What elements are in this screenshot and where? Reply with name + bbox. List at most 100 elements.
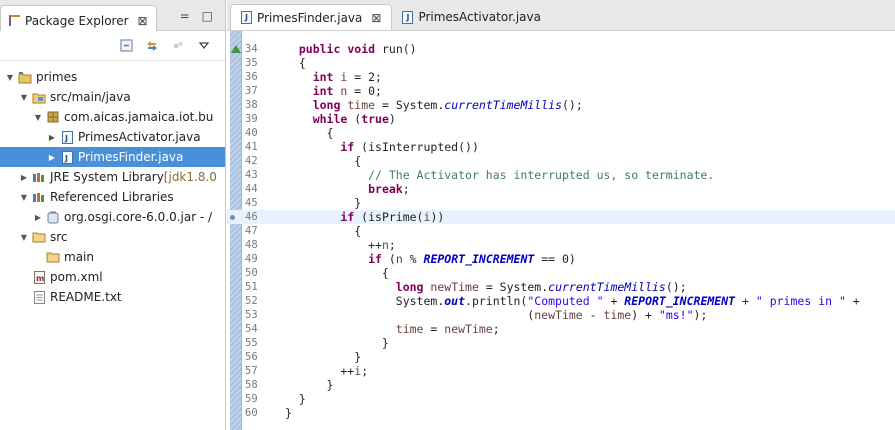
code-line[interactable]: 54 time = newTime; [227, 322, 895, 336]
code-line[interactable]: 56 } [227, 350, 895, 364]
expanded-arrow-icon[interactable]: ▼ [18, 193, 30, 202]
code-line[interactable]: 36 int i = 2; [227, 70, 895, 84]
code-line[interactable]: 49 if (n % REPORT_INCREMENT == 0) [227, 252, 895, 266]
tree-item-label: src [50, 230, 68, 244]
java-file-icon: J [60, 150, 74, 164]
text-file-icon [32, 290, 46, 304]
code-text: { [285, 126, 334, 140]
line-number: 41 [245, 141, 258, 153]
line-number: 39 [245, 113, 258, 125]
code-text: // The Activator has interrupted us, so … [368, 168, 715, 182]
code-text: { [285, 266, 389, 280]
line-number: 54 [245, 323, 258, 335]
code-line[interactable]: 46 if (isPrime(i)) [227, 210, 895, 224]
editor-tab-bar: J PrimesFinder.java ⊠ J PrimesActivator.… [227, 0, 895, 31]
view-window-controls: = □ [180, 9, 213, 23]
tree-item-label: README.txt [50, 290, 122, 304]
line-number: 37 [245, 85, 258, 97]
expanded-arrow-icon[interactable]: ▼ [18, 233, 30, 242]
tree-item-primes[interactable]: ▼ primes [0, 67, 225, 87]
tree-item-label: primes [36, 70, 78, 84]
tree-item-label: PrimesFinder.java [78, 150, 184, 164]
code-line[interactable]: 42 { [227, 154, 895, 168]
close-icon[interactable]: ⊠ [138, 14, 148, 28]
code-text: if (isInterrupted()) [340, 140, 479, 154]
java-editor: J PrimesFinder.java ⊠ J PrimesActivator.… [227, 0, 895, 430]
tab-label: PrimesActivator.java [418, 10, 541, 24]
code-line[interactable]: 35 { [227, 56, 895, 70]
code-line[interactable]: 37 int n = 0; [227, 84, 895, 98]
code-text: time = newTime; [395, 322, 500, 336]
tree-item-main[interactable]: main [0, 247, 225, 267]
code-line[interactable]: 55 } [227, 336, 895, 350]
code-text: { [285, 154, 362, 168]
code-line[interactable]: 53 (newTime - time) + "ms!"); [227, 308, 895, 322]
line-number: 50 [245, 267, 258, 279]
tree-item-pom-xml[interactable]: m pom.xml [0, 267, 225, 287]
tree-item-src[interactable]: ▼ src [0, 227, 225, 247]
minimize-icon[interactable]: = [180, 9, 190, 23]
line-number: 36 [245, 71, 258, 83]
link-with-editor-icon[interactable] [145, 39, 159, 53]
code-line[interactable]: 44 break; [227, 182, 895, 196]
explorer-tab-bar: Package Explorer ⊠ = □ [0, 0, 225, 31]
focus-on-task-icon[interactable] [171, 39, 185, 53]
java-file-icon: J [402, 10, 414, 24]
tree-item-org-osgi-core-6-0-0-jar[interactable]: ▶ org.osgi.core-6.0.0.jar - / [0, 207, 225, 227]
tree-item-label: src/main/java [50, 90, 131, 104]
code-line[interactable]: 51 long newTime = System.currentTimeMill… [227, 280, 895, 294]
expanded-arrow-icon[interactable]: ▼ [32, 113, 44, 122]
maximize-icon[interactable]: □ [202, 9, 213, 23]
tree-item-primesactivator-java[interactable]: ▶ J PrimesActivator.java [0, 127, 225, 147]
code-text: (newTime - time) + "ms!"); [285, 308, 708, 322]
tree-item-referenced-libraries[interactable]: ▼ Referenced Libraries [0, 187, 225, 207]
tab-primesactivator-java[interactable]: J PrimesActivator.java [392, 4, 551, 30]
tree-item-jre-system-library[interactable]: ▶ JRE System Library [jdk1.8.0 [0, 167, 225, 187]
code-line[interactable]: 50 { [227, 266, 895, 280]
collapsed-arrow-icon[interactable]: ▶ [46, 133, 58, 142]
code-line[interactable]: 39 while (true) [227, 112, 895, 126]
line-number: 38 [245, 99, 258, 111]
expanded-arrow-icon[interactable]: ▼ [4, 73, 16, 82]
code-line[interactable]: 40 { [227, 126, 895, 140]
maven-file-icon: m [32, 270, 46, 284]
collapsed-arrow-icon[interactable]: ▶ [32, 213, 44, 222]
code-line[interactable]: 45 } [227, 196, 895, 210]
tree-item-com-aicas-jamaica-iot-bu[interactable]: ▼ com.aicas.jamaica.iot.bu [0, 107, 225, 127]
tab-package-explorer[interactable]: Package Explorer ⊠ [0, 5, 157, 31]
code-line[interactable]: 57 ++i; [227, 364, 895, 378]
expanded-arrow-icon[interactable]: ▼ [18, 93, 30, 102]
line-number: 60 [245, 407, 258, 419]
code-lines: 34 public void run() 35 {36 int i = 2; 37 … [227, 42, 895, 420]
code-line[interactable]: 38 long time = System.currentTimeMillis(… [227, 98, 895, 112]
code-line[interactable]: 58 } [227, 378, 895, 392]
close-icon[interactable]: ⊠ [371, 11, 381, 25]
line-number: 45 [245, 197, 258, 209]
tree-item-readme-txt[interactable]: README.txt [0, 287, 225, 307]
tree-item-src-main-java[interactable]: ▼ src/main/java [0, 87, 225, 107]
view-menu-chevron-down-icon[interactable] [197, 39, 211, 53]
code-text: ++n; [285, 238, 396, 252]
tree-item-primesfinder-java[interactable]: ▶ J PrimesFinder.java [0, 147, 225, 167]
tab-primesfinder-java[interactable]: J PrimesFinder.java ⊠ [230, 4, 393, 30]
collapsed-arrow-icon[interactable]: ▶ [46, 153, 58, 162]
code-line[interactable]: 43 // The Activator has interrupted us, … [227, 168, 895, 182]
tree-item-label: main [64, 250, 94, 264]
code-line[interactable]: 48 ++n; [227, 238, 895, 252]
code-line[interactable]: 47 { [227, 224, 895, 238]
code-line[interactable]: 52 System.out.println("Computed " + REPO… [227, 294, 895, 308]
folder-icon [46, 250, 60, 264]
code-text: long time = System.currentTimeMillis(); [312, 98, 583, 112]
code-text: while (true) [312, 112, 396, 126]
collapse-all-icon[interactable] [119, 39, 133, 53]
code-line[interactable]: 34 public void run() [227, 42, 895, 56]
line-number: 56 [245, 351, 258, 363]
code-line[interactable]: 41 if (isInterrupted()) [227, 140, 895, 154]
line-number: 49 [245, 253, 258, 265]
collapsed-arrow-icon[interactable]: ▶ [18, 173, 30, 182]
code-line[interactable]: 60} [227, 406, 895, 420]
code-line[interactable]: 59 } [227, 392, 895, 406]
code-text: break; [368, 182, 410, 196]
line-number: 52 [245, 295, 258, 307]
code-editor-area[interactable]: 34 public void run() 35 {36 int i = 2; 37 … [227, 31, 895, 430]
